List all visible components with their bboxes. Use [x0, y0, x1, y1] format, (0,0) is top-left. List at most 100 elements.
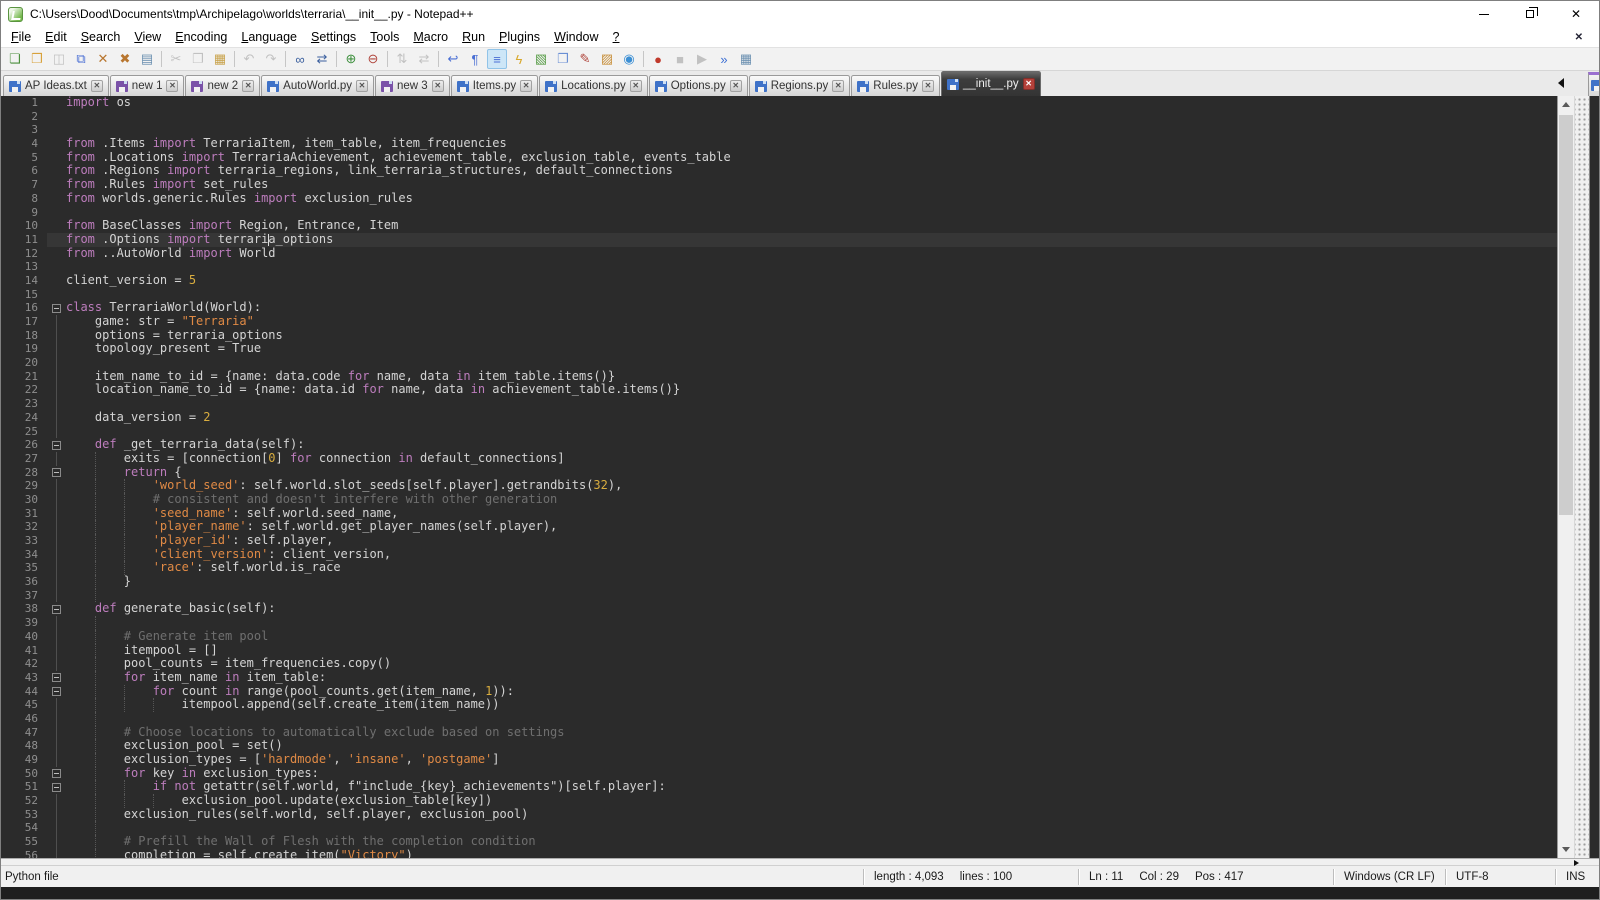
fold-collapse-icon[interactable] [52, 783, 61, 792]
code-line[interactable]: 4from .Items import TerrariaItem, item_t… [1, 137, 1557, 151]
code-line[interactable]: 17 game: str = "Terraria" [1, 315, 1557, 329]
code-line[interactable]: 45 itempool.append(self.create_item(item… [1, 698, 1557, 712]
menu-edit[interactable]: Edit [38, 28, 74, 46]
macro-save-button[interactable]: ▦ [736, 49, 756, 69]
scroll-down-button[interactable] [1558, 841, 1574, 858]
code-line[interactable]: 38 def generate_basic(self): [1, 602, 1557, 616]
editor-area[interactable]: 1import os234from .Items import Terraria… [1, 96, 1599, 858]
code-text[interactable] [65, 206, 1557, 220]
code-line[interactable]: 8from worlds.generic.Rules import exclus… [1, 192, 1557, 206]
code-text[interactable]: def _get_terraria_data(self): [65, 438, 1557, 452]
view-splitter-grip[interactable] [1574, 96, 1589, 858]
code-line[interactable]: 50 for key in exclusion_types: [1, 767, 1557, 781]
tab-close-icon[interactable]: ✕ [356, 80, 368, 92]
close-all-button[interactable]: ✖ [115, 49, 135, 69]
code-line[interactable]: 42 pool_counts = item_frequencies.copy() [1, 657, 1557, 671]
code-line[interactable]: 28 return { [1, 466, 1557, 480]
code-text[interactable]: from worlds.generic.Rules import exclusi… [65, 192, 1557, 206]
close-file-button[interactable]: ✕ [93, 49, 113, 69]
code-text[interactable]: exclusion_types = ['hardmode', 'insane',… [65, 753, 1557, 767]
code-text[interactable]: 'race': self.world.is_race [65, 561, 1557, 575]
code-text[interactable]: data_version = 2 [65, 411, 1557, 425]
status-insert-mode[interactable]: INS [1555, 869, 1599, 885]
code-line[interactable]: 31 'seed_name': self.world.seed_name, [1, 507, 1557, 521]
code-text[interactable]: pool_counts = item_frequencies.copy() [65, 657, 1557, 671]
tab-__init__-py[interactable]: __init__.py✕ [941, 71, 1041, 96]
fold-collapse-icon[interactable] [52, 673, 61, 682]
code-line[interactable]: 40 # Generate item pool [1, 630, 1557, 644]
tab-ap-ideas-txt[interactable]: AP Ideas.txt✕ [3, 75, 109, 96]
fold-margin[interactable] [47, 301, 65, 315]
code-text[interactable] [65, 356, 1557, 370]
code-line[interactable]: 18 options = terraria_options [1, 329, 1557, 343]
fold-collapse-icon[interactable] [52, 769, 61, 778]
scrollbar-track[interactable] [1558, 113, 1574, 841]
document-list-button[interactable]: ❐ [553, 49, 573, 69]
code-text[interactable]: 'seed_name': self.world.seed_name, [65, 507, 1557, 521]
code-text[interactable]: import os [65, 96, 1557, 110]
open-file-button[interactable]: ❒ [27, 49, 47, 69]
menu-settings[interactable]: Settings [304, 28, 363, 46]
folder-as-workspace-button[interactable]: ▨ [597, 49, 617, 69]
code-line[interactable]: 35 'race': self.world.is_race [1, 561, 1557, 575]
show-indent-guide-button[interactable]: ≡ [487, 49, 507, 69]
code-line[interactable]: 11from .Options import terraria_options [1, 233, 1557, 247]
code-line[interactable]: 29 'world_seed': self.world.slot_seeds[s… [1, 479, 1557, 493]
show-all-characters-button[interactable]: ¶ [465, 49, 485, 69]
replace-button[interactable]: ⇄ [312, 49, 332, 69]
code-text[interactable]: location_name_to_id = {name: data.id for… [65, 383, 1557, 397]
code-text[interactable] [65, 589, 1557, 603]
code-text[interactable]: from ..AutoWorld import World [65, 247, 1557, 261]
fold-margin[interactable] [47, 671, 65, 685]
code-text[interactable]: for key in exclusion_types: [65, 767, 1557, 781]
tab-new-1[interactable]: new 1✕ [110, 75, 185, 96]
tab-locations-py[interactable]: Locations.py✕ [539, 75, 648, 96]
tab-autoworld-py[interactable]: AutoWorld.py✕ [261, 75, 374, 96]
find-button[interactable]: ∞ [290, 49, 310, 69]
code-line[interactable]: 6from .Regions import terraria_regions, … [1, 164, 1557, 178]
zoom-out-button[interactable]: ⊖ [363, 49, 383, 69]
code-line[interactable]: 19 topology_present = True [1, 342, 1557, 356]
close-button[interactable]: ✕ [1553, 1, 1599, 27]
code-line[interactable]: 53 exclusion_rules(self.world, self.play… [1, 808, 1557, 822]
fold-collapse-icon[interactable] [52, 605, 61, 614]
fold-collapse-icon[interactable] [52, 468, 61, 477]
code-line[interactable]: 7from .Rules import set_rules [1, 178, 1557, 192]
new-file-button[interactable]: ❏ [5, 49, 25, 69]
monitoring-button[interactable]: ◉ [619, 49, 639, 69]
code-line[interactable]: 44 for count in range(pool_counts.get(it… [1, 685, 1557, 699]
tab-close-icon[interactable]: ✕ [1023, 78, 1035, 90]
code-line[interactable]: 25 [1, 425, 1557, 439]
tab-close-icon[interactable]: ✕ [730, 80, 742, 92]
tab-new-2[interactable]: new 2✕ [185, 75, 260, 96]
code-text[interactable] [65, 288, 1557, 302]
code-line[interactable]: 55 # Prefill the Wall of Flesh with the … [1, 835, 1557, 849]
code-text[interactable]: # Prefill the Wall of Flesh with the com… [65, 835, 1557, 849]
code-text[interactable]: if not getattr(self.world, f"include_{ke… [65, 780, 1557, 794]
code-text[interactable] [65, 425, 1557, 439]
menu-encoding[interactable]: Encoding [168, 28, 234, 46]
status-eol-format[interactable]: Windows (CR LF) [1333, 869, 1445, 885]
code-text[interactable] [65, 397, 1557, 411]
define-your-language-button[interactable]: ✎ [575, 49, 595, 69]
tab-new-3[interactable]: new 3✕ [375, 75, 450, 96]
tab-scroll-left-icon[interactable] [1558, 78, 1564, 88]
code-text[interactable]: for item_name in item_table: [65, 671, 1557, 685]
code-line[interactable]: 41 itempool = [] [1, 644, 1557, 658]
code-line[interactable]: 12from ..AutoWorld import World [1, 247, 1557, 261]
code-line[interactable]: 37 [1, 589, 1557, 603]
code-text[interactable]: from .Locations import TerrariaAchieveme… [65, 151, 1557, 165]
code-text[interactable]: item_name_to_id = {name: data.code for n… [65, 370, 1557, 384]
code-text[interactable]: 'world_seed': self.world.slot_seeds[self… [65, 479, 1557, 493]
code-text[interactable]: from .Regions import terraria_regions, l… [65, 164, 1557, 178]
code-line[interactable]: 34 'client_version': client_version, [1, 548, 1557, 562]
fold-collapse-icon[interactable] [52, 687, 61, 696]
code-text[interactable]: # consistent and doesn't interfere with … [65, 493, 1557, 507]
menubar-close-document-icon[interactable]: ✕ [1575, 32, 1583, 43]
code-text[interactable] [65, 616, 1557, 630]
tab-options-py[interactable]: Options.py✕ [649, 75, 748, 96]
code-text[interactable]: exclusion_pool.update(exclusion_table[ke… [65, 794, 1557, 808]
macro-record-button[interactable]: ● [648, 49, 668, 69]
code-text[interactable]: exclusion_rules(self.world, self.player,… [65, 808, 1557, 822]
code-line[interactable]: 14client_version = 5 [1, 274, 1557, 288]
